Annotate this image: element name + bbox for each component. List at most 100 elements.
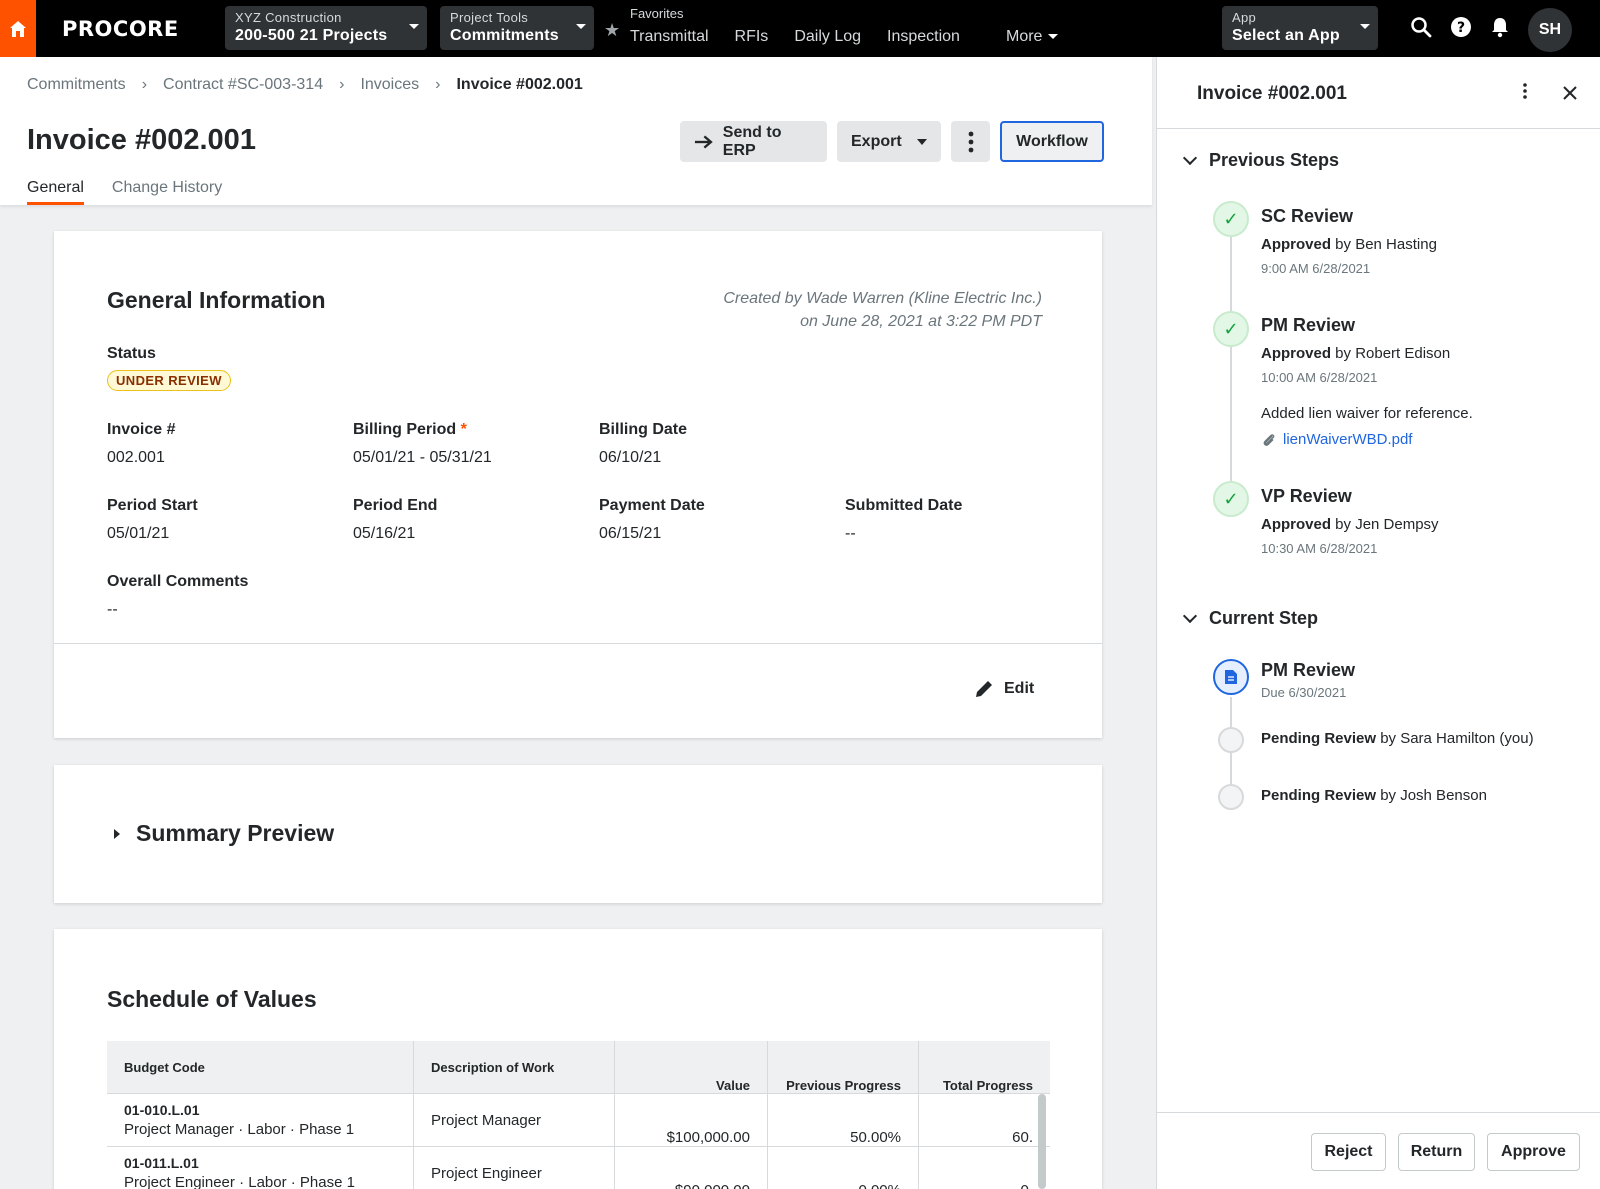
more-actions-button[interactable] bbox=[951, 121, 990, 162]
company-project-selector[interactable]: XYZ Construction 200-500 21 Projects bbox=[225, 6, 427, 50]
pending-circle-icon bbox=[1218, 784, 1244, 810]
current-step-toggle[interactable]: Current Step bbox=[1182, 608, 1318, 629]
tab-change-history[interactable]: Change History bbox=[112, 179, 222, 205]
step-approver: by Robert Edison bbox=[1331, 345, 1451, 362]
step-approver: by Ben Hasting bbox=[1331, 236, 1437, 253]
table-header: Budget Code Description of Work Value Pr… bbox=[107, 1041, 1050, 1094]
procore-logo[interactable]: PROCORE bbox=[62, 17, 179, 41]
general-information-title: General Information bbox=[107, 287, 326, 313]
step-name: SC Review bbox=[1261, 206, 1354, 226]
search-icon[interactable] bbox=[1410, 16, 1432, 38]
invoice-number-value: 002.001 bbox=[107, 449, 165, 466]
edit-button[interactable]: Edit bbox=[974, 679, 1034, 699]
previous-steps-toggle[interactable]: Previous Steps bbox=[1182, 150, 1339, 171]
schedule-of-values-title: Schedule of Values bbox=[107, 986, 317, 1012]
column-description[interactable]: Description of Work bbox=[414, 1041, 615, 1093]
step-approver: by Jen Dempsy bbox=[1331, 516, 1439, 533]
table-row[interactable]: 01-011.L.01 Project Engineer · Labor · P… bbox=[107, 1147, 1050, 1189]
paperclip-icon bbox=[1263, 433, 1275, 446]
schedule-of-values-table: Budget Code Description of Work Value Pr… bbox=[107, 1041, 1050, 1189]
breadcrumb-current: Invoice #002.001 bbox=[456, 76, 583, 93]
tool-name: Commitments bbox=[450, 27, 559, 44]
total-progress-cell: 60. bbox=[1012, 1129, 1033, 1146]
help-icon[interactable]: ? bbox=[1450, 16, 1472, 38]
column-total-progress[interactable]: Total Progress bbox=[919, 1041, 1050, 1093]
created-by-text: Created by Wade Warren (Kline Electric I… bbox=[723, 287, 1042, 333]
step-status: Approved bbox=[1261, 516, 1332, 533]
page-actions: Send to ERP Export Workflow bbox=[680, 121, 1104, 162]
export-label: Export bbox=[851, 132, 902, 150]
reject-button[interactable]: Reject bbox=[1311, 1133, 1386, 1171]
previous-progress-cell: 50.00% bbox=[768, 1094, 919, 1146]
check-icon: ✓ bbox=[1213, 311, 1249, 347]
step-name: VP Review bbox=[1261, 486, 1352, 506]
overall-comments-field: Overall Comments -- bbox=[107, 573, 248, 619]
column-value[interactable]: Value bbox=[615, 1041, 768, 1093]
page-header: Commitments › Contract #SC-003-314 › Inv… bbox=[0, 57, 1152, 205]
edit-label: Edit bbox=[1004, 680, 1035, 697]
chevron-right-icon: › bbox=[141, 76, 148, 93]
breadcrumb-invoices[interactable]: Invoices bbox=[360, 76, 419, 94]
return-button[interactable]: Return bbox=[1398, 1133, 1475, 1171]
user-avatar[interactable]: SH bbox=[1528, 8, 1572, 52]
pending-reviewer-name: by Sara Hamilton (you) bbox=[1376, 730, 1534, 747]
table-row[interactable]: 01-010.L.01 Project Manager · Labor · Ph… bbox=[107, 1094, 1050, 1147]
nav-icons: ? bbox=[1410, 16, 1510, 38]
chevron-down-icon bbox=[1182, 608, 1198, 623]
step-time: 10:00 AM 6/28/2021 bbox=[1261, 370, 1378, 385]
step-name: PM Review bbox=[1261, 315, 1356, 335]
description-cell: Project Manager bbox=[414, 1094, 615, 1146]
export-button[interactable]: Export bbox=[837, 121, 941, 162]
app-selector[interactable]: App Select an App bbox=[1222, 6, 1378, 50]
period-start-label: Period Start bbox=[107, 497, 198, 514]
favorite-link-inspection[interactable]: Inspection bbox=[887, 28, 960, 46]
page-tabs: General Change History bbox=[27, 179, 222, 205]
step-name: PM Review bbox=[1261, 660, 1356, 680]
chevron-right-icon: › bbox=[339, 76, 345, 93]
description-cell: Project Engineer bbox=[414, 1147, 615, 1189]
favorite-link-transmittal[interactable]: Transmittal bbox=[630, 28, 709, 46]
billing-period-label: Billing Period bbox=[353, 421, 457, 438]
timeline-connector bbox=[1230, 347, 1232, 497]
tab-general[interactable]: General bbox=[27, 179, 84, 205]
workflow-label: Workflow bbox=[1016, 132, 1088, 150]
document-icon bbox=[1213, 659, 1249, 695]
summary-preview-title: Summary Preview bbox=[136, 820, 335, 846]
breadcrumb: Commitments › Contract #SC-003-314 › Inv… bbox=[27, 76, 583, 94]
column-budget-code[interactable]: Budget Code bbox=[107, 1041, 414, 1093]
favorite-link-rfis[interactable]: RFIs bbox=[735, 28, 769, 46]
pending-reviewer-name: by Josh Benson bbox=[1376, 787, 1487, 804]
favorites: Favorites bbox=[600, 6, 683, 21]
breadcrumb-contract[interactable]: Contract #SC-003-314 bbox=[163, 76, 323, 94]
attachment-link[interactable]: lienWaiverWBD.pdf bbox=[1261, 431, 1473, 448]
budget-code: 01-011.L.01 bbox=[124, 1155, 199, 1171]
close-icon[interactable] bbox=[1561, 84, 1579, 102]
bell-icon[interactable] bbox=[1490, 16, 1510, 38]
column-previous-progress[interactable]: Previous Progress bbox=[768, 1041, 919, 1093]
budget-code: 01-010.L.01 bbox=[124, 1102, 200, 1118]
invoice-number-field: Invoice # 002.001 bbox=[107, 421, 175, 467]
kebab-icon[interactable] bbox=[1522, 81, 1528, 101]
step-due-date: Due 6/30/2021 bbox=[1261, 685, 1347, 700]
budget-code-detail: Project Engineer · Labor · Phase 1 bbox=[124, 1174, 355, 1189]
tools-label: Project Tools bbox=[450, 10, 529, 25]
created-by-line: Created by Wade Warren (Kline Electric I… bbox=[723, 290, 1042, 307]
more-menu[interactable]: More bbox=[1006, 28, 1059, 46]
chevron-right-icon: › bbox=[435, 76, 441, 93]
summary-preview-card: Summary Preview bbox=[54, 765, 1102, 903]
project-tools-selector[interactable]: Project Tools Commitments bbox=[440, 6, 594, 50]
chevron-down-icon bbox=[1360, 24, 1370, 29]
workflow-button[interactable]: Workflow bbox=[1000, 121, 1104, 162]
attachment-filename[interactable]: lienWaiverWBD.pdf bbox=[1283, 431, 1412, 448]
summary-preview-toggle[interactable]: Summary Preview bbox=[114, 820, 334, 847]
pencil-icon bbox=[976, 681, 992, 697]
breadcrumb-commitments[interactable]: Commitments bbox=[27, 76, 126, 94]
table-scrollbar[interactable] bbox=[1038, 1094, 1046, 1189]
card-divider bbox=[54, 643, 1102, 644]
home-button[interactable] bbox=[0, 0, 36, 57]
send-to-erp-button[interactable]: Send to ERP bbox=[680, 121, 827, 162]
approve-button[interactable]: Approve bbox=[1487, 1133, 1580, 1171]
budget-code-detail: Project Manager · Labor · Phase 1 bbox=[124, 1121, 355, 1138]
favorite-link-daily-log[interactable]: Daily Log bbox=[794, 28, 861, 46]
chevron-down-icon bbox=[1048, 34, 1059, 40]
